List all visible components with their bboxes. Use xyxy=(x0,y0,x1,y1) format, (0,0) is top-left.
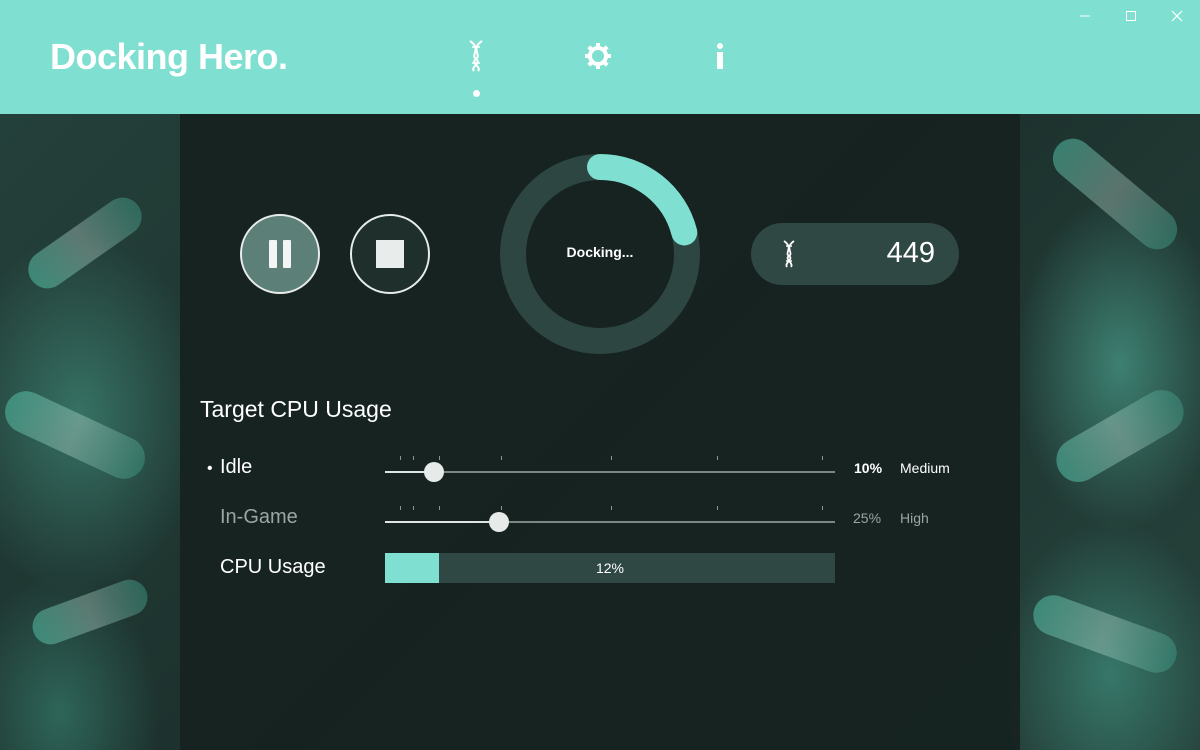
slider-tick xyxy=(439,506,440,510)
nav-active-indicator xyxy=(473,90,480,97)
in-game-percent: 25% xyxy=(853,510,882,526)
cpu-usage-label: CPU Usage xyxy=(220,556,326,578)
cpu-usage-bar: 12% xyxy=(385,553,835,583)
slider-tick xyxy=(501,506,502,510)
slider-tick xyxy=(822,506,823,510)
app-title: Docking Hero. xyxy=(50,36,288,77)
nav-settings-button[interactable] xyxy=(576,34,620,78)
protein-ribbon xyxy=(1044,130,1186,258)
active-row-bullet: • xyxy=(207,460,213,477)
idle-label: Idle xyxy=(220,456,253,478)
idle-percent: 10% xyxy=(854,460,883,476)
slider-tick xyxy=(717,506,718,510)
slider-tick xyxy=(611,506,612,510)
in-game-cpu-slider[interactable] xyxy=(385,506,835,536)
in-game-label: In-Game xyxy=(220,506,298,528)
protein-ribbon xyxy=(27,574,153,650)
slider-tick xyxy=(501,456,502,460)
protein-ribbon xyxy=(0,384,152,486)
docking-counter: 449 xyxy=(751,223,959,285)
nav-info-button[interactable] xyxy=(698,34,742,78)
maximize-icon xyxy=(1126,11,1136,21)
gear-icon xyxy=(585,43,611,69)
stop-icon xyxy=(376,240,404,268)
cpu-usage-percent: 12% xyxy=(595,560,625,576)
minimize-icon xyxy=(1080,15,1090,17)
slider-tick xyxy=(400,456,401,460)
protein-ribbon xyxy=(20,190,150,296)
docking-status-label: Docking... xyxy=(566,244,634,260)
dna-icon xyxy=(783,240,795,268)
slider-tick xyxy=(611,456,612,460)
main-panel: Docking... 449 Target CPU Usage • Idle 1… xyxy=(180,114,1020,750)
protein-ribbon xyxy=(1048,381,1192,491)
idle-level: Medium xyxy=(900,460,950,476)
slider-tick xyxy=(439,456,440,460)
minimize-button[interactable] xyxy=(1062,0,1108,32)
slider-tick xyxy=(413,506,414,510)
pause-button[interactable] xyxy=(240,214,320,294)
slider-tick xyxy=(717,456,718,460)
close-button[interactable] xyxy=(1154,0,1200,32)
slider-tick xyxy=(413,456,414,460)
protein-ribbon xyxy=(1027,589,1183,679)
maximize-button[interactable] xyxy=(1108,0,1154,32)
idle-cpu-slider[interactable] xyxy=(385,456,835,486)
slider-tick xyxy=(400,506,401,510)
pause-icon xyxy=(266,240,294,268)
stop-button[interactable] xyxy=(350,214,430,294)
in-game-level: High xyxy=(900,510,929,526)
title-bar: Docking Hero. xyxy=(0,0,1200,114)
slider-thumb[interactable] xyxy=(424,462,444,482)
target-cpu-usage-heading: Target CPU Usage xyxy=(200,396,392,422)
slider-thumb[interactable] xyxy=(489,512,509,532)
dna-icon xyxy=(469,40,483,72)
info-icon xyxy=(717,43,723,69)
docking-count: 449 xyxy=(886,237,935,269)
slider-tick xyxy=(822,456,823,460)
close-icon xyxy=(1171,10,1183,22)
nav-dna-button[interactable] xyxy=(454,34,498,78)
